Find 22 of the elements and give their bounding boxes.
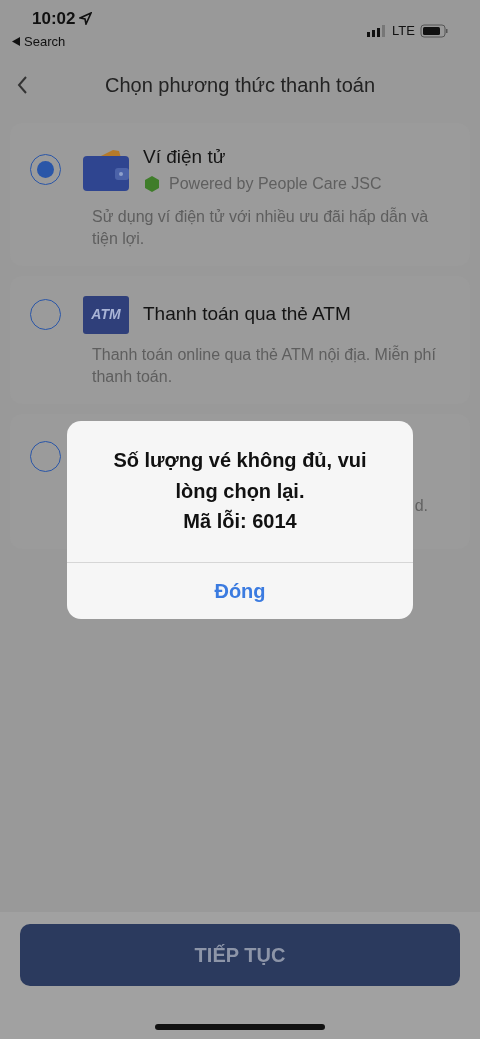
network-label: LTE <box>392 22 415 41</box>
page-title: Chọn phương thức thanh toán <box>104 73 376 98</box>
back-to-app-link[interactable]: Search <box>12 31 93 51</box>
method-title: Ví điện tử <box>143 145 227 169</box>
method-description: Sử dụng ví điện tử với nhiều ưu đãi hấp dẫn và tiện lợi. <box>92 206 430 249</box>
atm-card-icon: ATM <box>83 295 129 334</box>
close-button[interactable]: Đóng <box>67 563 413 619</box>
status-time: 10:02 <box>32 8 76 30</box>
chevron-left-icon <box>16 76 28 94</box>
battery-icon <box>420 24 448 38</box>
location-arrow-icon <box>79 12 93 26</box>
alert-error-code: Mã lỗi: 6014 <box>183 508 297 534</box>
hexagon-logo-icon <box>143 174 161 193</box>
method-description: Thanh toán online qua thẻ ATM nội địa. Miễn phí thanh toán. <box>92 344 437 387</box>
alert-message: Số lượng vé không đủ, vui lòng chọn lại. <box>112 448 368 504</box>
signal-icon <box>367 25 388 37</box>
method-description: d. <box>414 495 428 516</box>
back-triangle-icon <box>12 36 20 46</box>
continue-button[interactable]: TIẾP TỤC <box>20 924 460 986</box>
method-subtitle: Powered by People Care JSC <box>169 173 382 194</box>
method-title: Thanh toán qua thẻ ATM <box>143 302 351 327</box>
wallet-icon <box>83 147 129 191</box>
